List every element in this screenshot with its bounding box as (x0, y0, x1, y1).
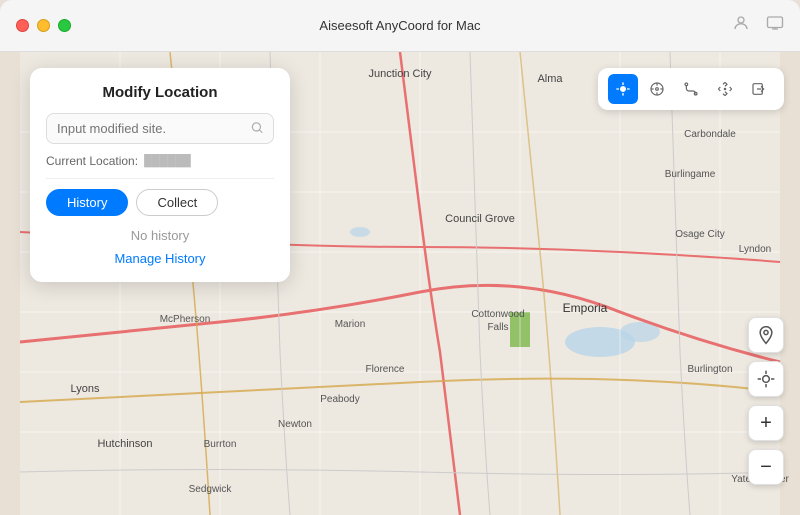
svg-text:Alma: Alma (537, 73, 563, 85)
svg-text:Council Grove: Council Grove (445, 213, 515, 225)
svg-text:Burlingame: Burlingame (665, 169, 716, 180)
current-location-label: Current Location: (46, 154, 138, 168)
zoom-in-button[interactable]: + (748, 405, 784, 441)
route-button[interactable] (676, 74, 706, 104)
svg-text:Newton: Newton (278, 419, 312, 430)
svg-text:Falls: Falls (487, 322, 508, 333)
no-history-text: No history (46, 228, 274, 243)
svg-text:Osage City: Osage City (675, 229, 724, 240)
svg-text:Lyndon: Lyndon (739, 244, 771, 255)
svg-text:Lyons: Lyons (71, 383, 100, 395)
svg-text:Junction City: Junction City (369, 68, 432, 80)
app-title: Aiseesoft AnyCoord for Mac (319, 18, 480, 33)
map-toolbar (598, 68, 784, 110)
map-container[interactable]: Junction City Alma Abilene Carbondale Bu… (0, 52, 800, 515)
user-icon[interactable] (732, 14, 750, 37)
panel-title: Modify Location (46, 84, 274, 101)
current-location-value: ██████ (144, 155, 191, 167)
svg-text:Marion: Marion (335, 319, 366, 330)
traffic-lights (16, 19, 71, 32)
svg-text:Peabody: Peabody (320, 394, 359, 405)
svg-text:Burlington: Burlington (687, 364, 732, 375)
traffic-light-close[interactable] (16, 19, 29, 32)
recenter-button[interactable] (748, 361, 784, 397)
title-bar: Aiseesoft AnyCoord for Mac (0, 0, 800, 52)
current-location-row: Current Location: ██████ (46, 154, 274, 179)
history-tab[interactable]: History (46, 189, 128, 216)
compass-button[interactable] (642, 74, 672, 104)
move-button[interactable] (710, 74, 740, 104)
collect-tab[interactable]: Collect (136, 189, 218, 216)
search-input-wrap (46, 113, 274, 144)
title-icons (732, 14, 784, 37)
svg-text:Emporia: Emporia (563, 301, 608, 315)
map-sidebar-right: + − (748, 317, 784, 485)
location-mode-button[interactable] (608, 74, 638, 104)
tab-row: History Collect (46, 189, 274, 216)
svg-text:Burrton: Burrton (204, 439, 237, 450)
search-icon (250, 120, 264, 137)
svg-text:Sedgwick: Sedgwick (189, 484, 233, 495)
svg-text:Florence: Florence (366, 364, 405, 375)
svg-text:Hutchinson: Hutchinson (97, 438, 152, 450)
screen-icon[interactable] (766, 14, 784, 37)
pin-button[interactable] (748, 317, 784, 353)
traffic-light-fullscreen[interactable] (58, 19, 71, 32)
manage-history-link[interactable]: Manage History (46, 251, 274, 266)
search-input[interactable] (46, 113, 274, 144)
svg-text:Cottonwood: Cottonwood (471, 309, 524, 320)
modify-location-panel: Modify Location Current Location: ██████… (30, 68, 290, 282)
svg-text:Carbondale: Carbondale (684, 129, 736, 140)
zoom-out-button[interactable]: − (748, 449, 784, 485)
svg-text:McPherson: McPherson (160, 314, 211, 325)
export-button[interactable] (744, 74, 774, 104)
traffic-light-minimize[interactable] (37, 19, 50, 32)
